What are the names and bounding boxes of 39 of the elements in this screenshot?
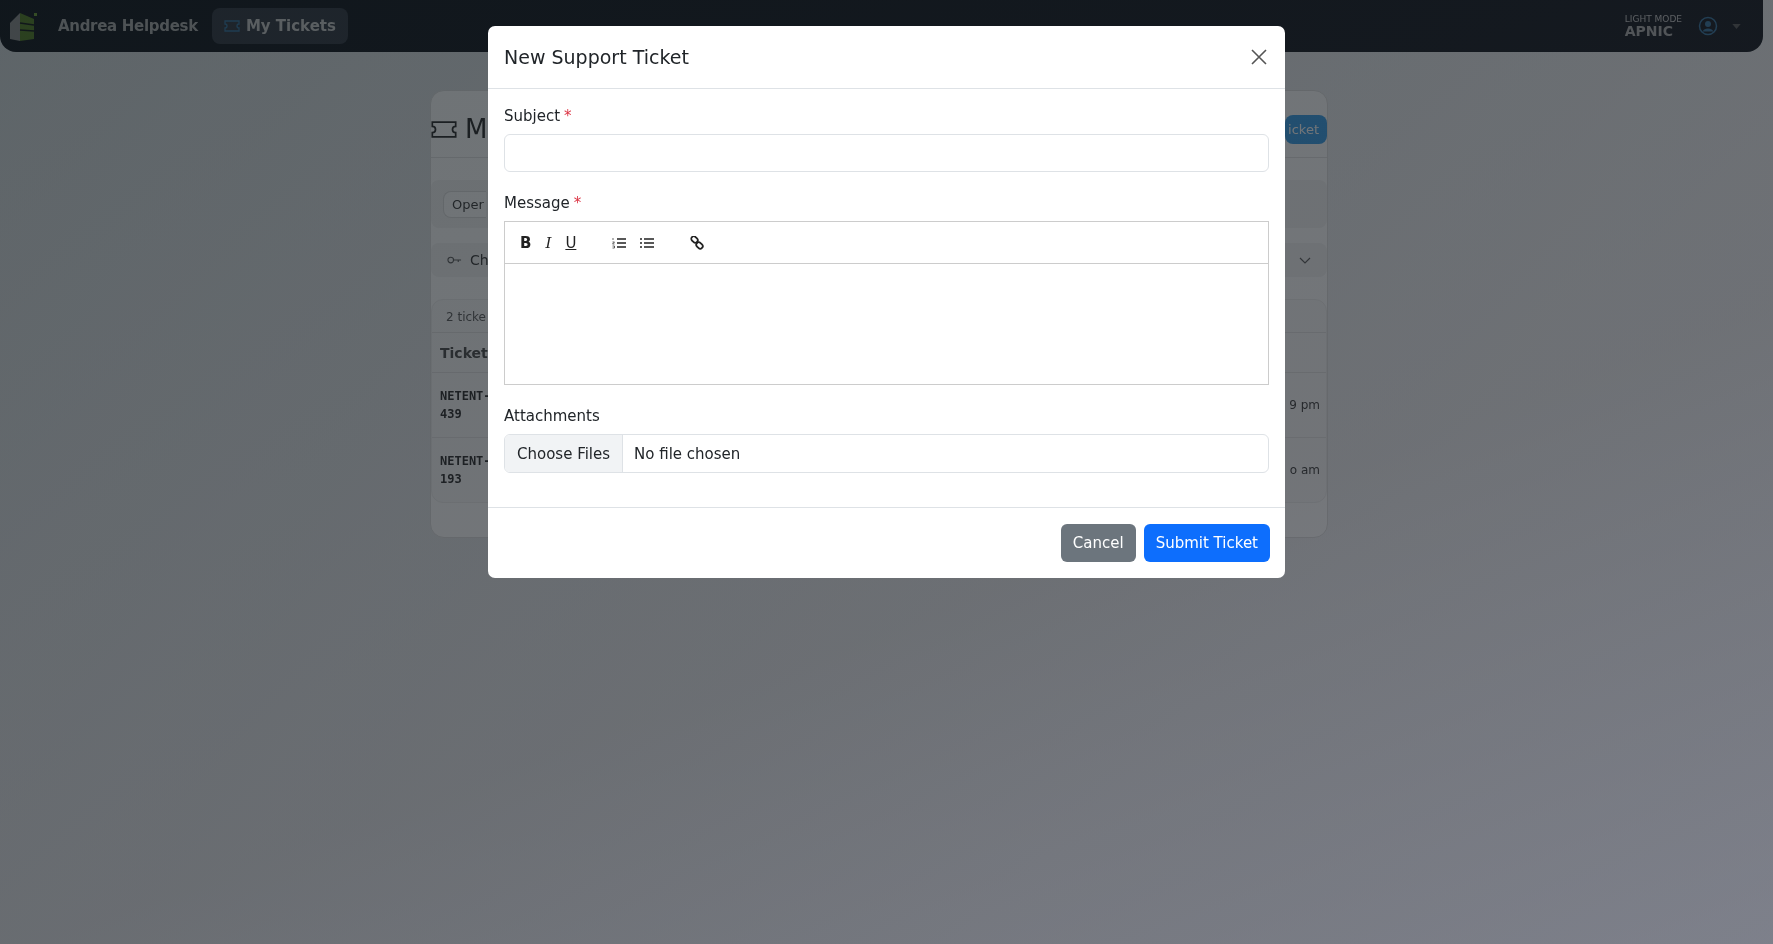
updated-time: 9 pm [1289, 398, 1320, 412]
field-label: Attachments [504, 407, 600, 425]
close-icon [1251, 49, 1267, 65]
link-icon [690, 235, 705, 250]
status-select[interactable]: Oper [443, 190, 486, 218]
cancel-button[interactable]: Cancel [1060, 524, 1136, 562]
modal-title: New Support Ticket [504, 46, 689, 68]
underline-button[interactable]: U [562, 231, 580, 254]
submit-button[interactable]: Submit Ticket [1143, 524, 1270, 562]
close-button[interactable] [1249, 47, 1269, 67]
ticket-id[interactable]: 439 [440, 407, 491, 421]
chevron-down-icon [1299, 256, 1311, 264]
field-label: Subject [504, 107, 561, 125]
ticket-count: 2 ticke [446, 310, 486, 324]
file-input[interactable]: Choose Files No file chosen [504, 434, 1269, 473]
ticket-icon [431, 120, 457, 138]
ticket-id[interactable]: NETENT- [440, 454, 491, 468]
key-icon [447, 256, 462, 264]
ticket-id[interactable]: 193 [440, 472, 491, 486]
updated-time: o am [1289, 463, 1320, 477]
nav-tab[interactable]: My Tickets [211, 8, 348, 44]
subject-field[interactable] [504, 134, 1269, 172]
required-mark: * [564, 107, 572, 125]
field-label: Message [504, 194, 570, 212]
new-ticket-button[interactable]: icket [1285, 114, 1327, 144]
italic-button[interactable]: I [542, 231, 555, 254]
bold-button[interactable]: B [517, 231, 535, 254]
mode-label: LIGHT MODE [1624, 14, 1682, 24]
ticket-id[interactable]: NETENT- [440, 389, 491, 403]
column-header: Ticket [440, 345, 488, 361]
bullet-list-icon [640, 236, 655, 249]
page-title: M [465, 114, 488, 144]
required-mark: * [573, 194, 582, 212]
numbered-list-icon [612, 236, 627, 249]
user-name: APNIC [1624, 23, 1675, 38]
collapse-label: Ch [470, 252, 489, 268]
ticket-icon [223, 20, 240, 32]
message-editor[interactable]: B I U [504, 221, 1269, 385]
brand-name[interactable]: Andrea Helpdesk [58, 17, 198, 35]
